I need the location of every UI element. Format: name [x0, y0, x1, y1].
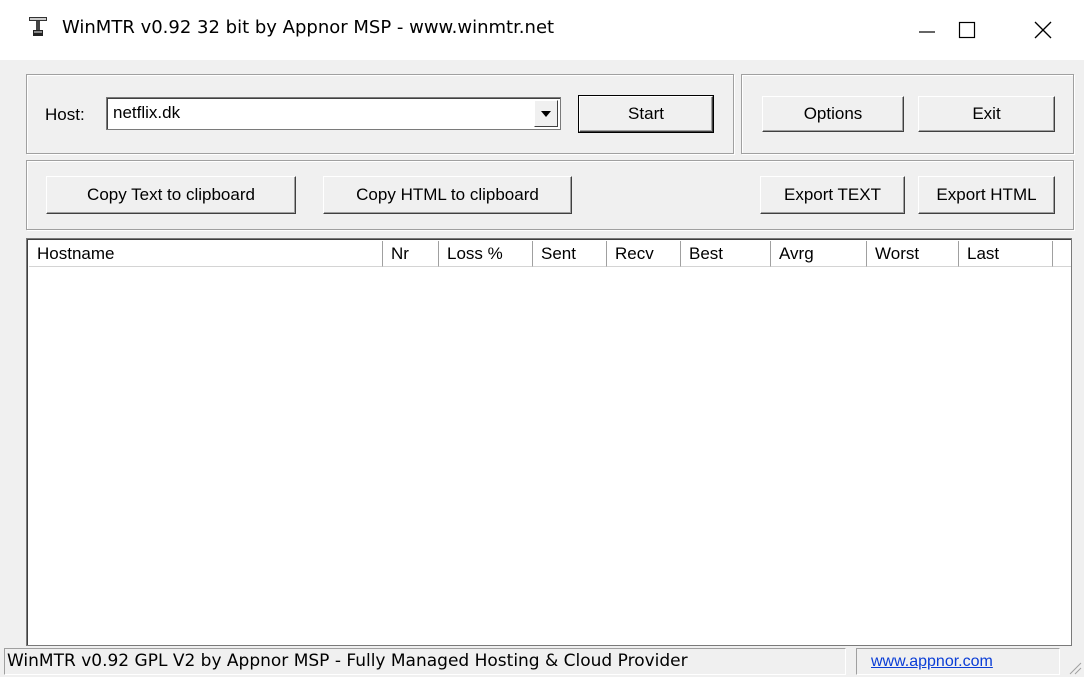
resize-grip-icon[interactable] [1066, 659, 1082, 675]
status-bar: WinMTR v0.92 GPL V2 by Appnor MSP - Full… [0, 646, 1084, 677]
column-sent[interactable]: Sent [533, 241, 607, 267]
column-hostname[interactable]: Hostname [29, 241, 383, 267]
window-title: WinMTR v0.92 32 bit by Appnor MSP - www.… [62, 17, 555, 38]
export-text-button[interactable]: Export TEXT [760, 176, 905, 214]
host-dropdown-button[interactable] [534, 100, 558, 127]
chevron-down-icon [541, 110, 551, 117]
column-recv[interactable]: Recv [607, 241, 681, 267]
winmtr-app-icon [28, 16, 48, 38]
host-label: Host: [45, 105, 85, 124]
close-button[interactable] [1012, 0, 1074, 60]
appnor-link[interactable]: www.appnor.com [856, 648, 1060, 675]
column-last[interactable]: Last [959, 241, 1053, 267]
results-table[interactable]: Hostname Nr Loss % Sent Recv Best Avrg W… [26, 238, 1072, 646]
column-nr[interactable]: Nr [383, 241, 439, 267]
host-combobox[interactable]: netflix.dk [106, 97, 561, 130]
column-filler [1053, 241, 1071, 267]
title-bar[interactable]: WinMTR v0.92 32 bit by Appnor MSP - www.… [0, 0, 1084, 60]
copy-html-button[interactable]: Copy HTML to clipboard [323, 176, 572, 214]
copy-text-button[interactable]: Copy Text to clipboard [46, 176, 296, 214]
maximize-button[interactable] [936, 0, 998, 60]
table-header: Hostname Nr Loss % Sent Recv Best Avrg W… [29, 241, 1071, 267]
exit-button[interactable]: Exit [918, 96, 1055, 132]
options-button[interactable]: Options [762, 96, 904, 132]
column-loss[interactable]: Loss % [439, 241, 533, 267]
minimize-icon [919, 31, 935, 33]
column-best[interactable]: Best [681, 241, 771, 267]
host-input[interactable]: netflix.dk [113, 103, 180, 123]
maximize-icon [958, 21, 976, 39]
status-text: WinMTR v0.92 GPL V2 by Appnor MSP - Full… [4, 648, 846, 675]
start-button[interactable]: Start [578, 95, 714, 133]
export-html-button[interactable]: Export HTML [918, 176, 1055, 214]
column-avrg[interactable]: Avrg [771, 241, 867, 267]
column-worst[interactable]: Worst [867, 241, 959, 267]
close-icon [1034, 21, 1052, 39]
